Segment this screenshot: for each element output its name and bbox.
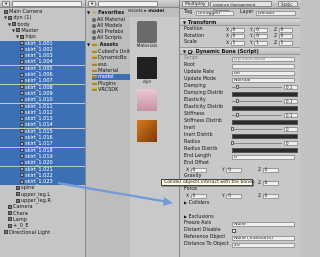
drag-arrow-icon <box>57 181 173 206</box>
colliders-tooltip: Collider objects interact with the bones… <box>161 179 256 186</box>
